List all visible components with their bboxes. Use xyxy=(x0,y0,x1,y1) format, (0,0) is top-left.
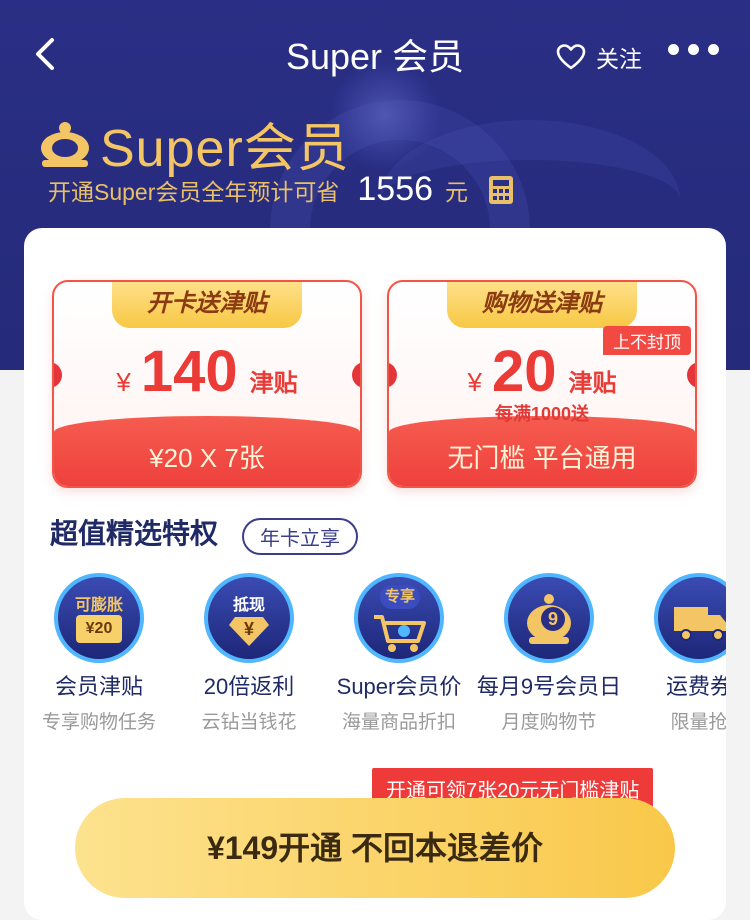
currency-symbol: ¥ xyxy=(467,367,482,397)
section-title: 超值精选特权 xyxy=(50,518,219,549)
perk-title: 会员津贴 xyxy=(54,674,143,699)
perk-badge-value: 9 xyxy=(541,607,565,631)
coupon-shopping-allowance[interactable]: 购物送津贴 上不封顶 ¥ 20 津贴 每满1000送 无门槛 平台通用 xyxy=(387,280,697,488)
allowance-ticket-icon: 可膨胀 ¥20 xyxy=(54,573,144,663)
perk-subtitle: 月度购物节 xyxy=(501,712,597,733)
perk-subtitle: 海量商品折扣 xyxy=(341,712,456,733)
perk-title: 20倍返利 xyxy=(203,674,295,699)
coupon-ribbon: 开卡送津贴 xyxy=(112,282,302,328)
perk-title: 每月9号会员日 xyxy=(476,674,622,699)
savings-estimate: 开通Super会员全年预计可省 1556 元 xyxy=(48,170,514,209)
perk-badge: 专享 xyxy=(380,585,420,609)
crown-icon xyxy=(41,121,89,167)
perk-subtitle: 限量抢 xyxy=(670,712,726,733)
currency-symbol: ¥ xyxy=(116,367,131,397)
more-options-icon[interactable] xyxy=(668,44,719,55)
perk-member-price[interactable]: 专享 Super会员价 海量商品折扣 xyxy=(324,573,474,733)
coupon-bottom-label: 无门槛 平台通用 xyxy=(447,443,637,473)
coupon-value: 20 xyxy=(491,339,557,404)
coupon-unit: 津贴 xyxy=(568,370,617,397)
savings-unit: 元 xyxy=(445,178,469,205)
shopping-cart-icon: 专享 xyxy=(354,573,444,663)
perk-title: Super会员价 xyxy=(336,674,462,699)
crown-nine-icon: 9 xyxy=(504,573,594,663)
coupon-unit: 津贴 xyxy=(249,370,298,397)
perk-title: 运费券 xyxy=(665,674,726,699)
truck-icon xyxy=(654,573,726,663)
annual-card-tag: 年卡立享 xyxy=(242,518,358,555)
follow-label: 关注 xyxy=(596,46,642,72)
savings-amount: 1556 xyxy=(357,170,434,208)
top-nav-bar: Super 会员 关注 xyxy=(0,0,750,100)
perk-badge: 可膨胀 xyxy=(74,597,123,614)
perks-carousel[interactable]: 可膨胀 ¥20 会员津贴 专享购物任务 抵现 ¥ 20倍返利 云钻当钱花 专享 … xyxy=(24,573,726,733)
perk-badge: 抵现 xyxy=(232,597,265,614)
follow-button[interactable]: 关注 xyxy=(556,40,642,74)
perk-badge-value: ¥20 xyxy=(76,615,122,643)
perk-member-day[interactable]: 9 每月9号会员日 月度购物节 xyxy=(474,573,624,733)
coupon-condition: 每满1000送 xyxy=(494,404,590,424)
perk-subtitle: 专享购物任务 xyxy=(41,712,156,733)
coupon-amount: ¥ 140 津贴 xyxy=(54,338,360,405)
coupon-bottom-label: ¥20 X 7张 xyxy=(149,443,265,473)
perk-cashback[interactable]: 抵现 ¥ 20倍返利 云钻当钱花 xyxy=(174,573,324,733)
heart-icon xyxy=(556,44,586,70)
membership-card: 开卡送津贴 ¥ 140 津贴 ¥20 X 7张 购物送津贴 上不封顶 ¥ 20 … xyxy=(24,228,726,920)
cashback-diamond-icon: 抵现 ¥ xyxy=(204,573,294,663)
perk-badge-value: ¥ xyxy=(243,619,254,639)
calculator-icon[interactable] xyxy=(488,175,514,205)
coupon-amount: ¥ 20 津贴 xyxy=(389,338,695,405)
open-membership-button[interactable]: ¥149开通 不回本退差价 xyxy=(75,798,675,898)
perk-subtitle: 云钻当钱花 xyxy=(201,712,297,733)
coupon-open-card-allowance[interactable]: 开卡送津贴 ¥ 140 津贴 ¥20 X 7张 xyxy=(52,280,362,488)
perk-shipping-coupon[interactable]: 运费券 限量抢 xyxy=(624,573,726,733)
savings-text: 开通Super会员全年预计可省 xyxy=(48,178,340,205)
coupon-ribbon: 购物送津贴 xyxy=(447,282,637,328)
perk-member-allowance[interactable]: 可膨胀 ¥20 会员津贴 专享购物任务 xyxy=(24,573,174,733)
coupon-value: 140 xyxy=(140,339,238,404)
